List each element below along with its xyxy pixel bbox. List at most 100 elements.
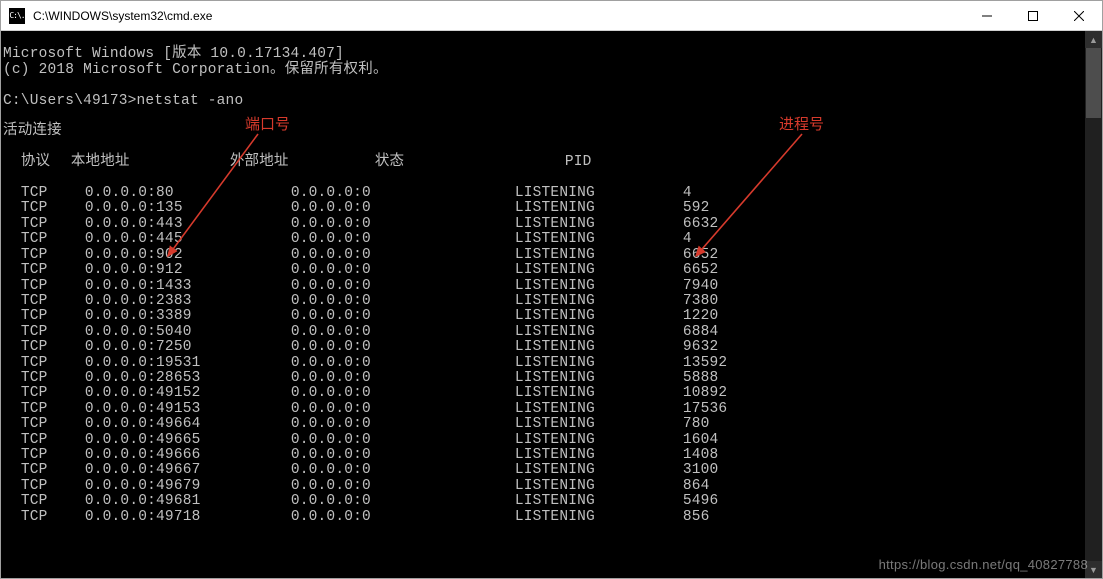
cell-proto: TCP bbox=[21, 448, 85, 463]
cell-local: 0.0.0.0:49679 bbox=[85, 479, 291, 494]
cell-foreign: 0.0.0.0:0 bbox=[291, 186, 515, 201]
scroll-down-button[interactable]: ▼ bbox=[1085, 561, 1102, 578]
cell-foreign: 0.0.0.0:0 bbox=[291, 386, 515, 401]
scroll-up-button[interactable]: ▲ bbox=[1085, 31, 1102, 48]
cell-pid: 856 bbox=[683, 510, 710, 525]
cell-local: 0.0.0.0:7250 bbox=[85, 340, 291, 355]
cell-foreign: 0.0.0.0:0 bbox=[291, 201, 515, 216]
maximize-button[interactable] bbox=[1010, 1, 1056, 30]
netstat-row: TCP0.0.0.0:496650.0.0.0:0LISTENING1604 bbox=[3, 433, 1085, 448]
cell-state: LISTENING bbox=[515, 433, 683, 448]
netstat-row: TCP0.0.0.0:491530.0.0.0:0LISTENING17536 bbox=[3, 402, 1085, 417]
cell-pid: 6884 bbox=[683, 325, 719, 340]
cell-proto: TCP bbox=[21, 433, 85, 448]
netstat-row: TCP0.0.0.0:286530.0.0.0:0LISTENING5888 bbox=[3, 371, 1085, 386]
section-title: 活动连接 bbox=[3, 123, 62, 139]
netstat-row: TCP0.0.0.0:496790.0.0.0:0LISTENING864 bbox=[3, 479, 1085, 494]
cell-proto: TCP bbox=[21, 217, 85, 232]
cell-local: 0.0.0.0:445 bbox=[85, 232, 291, 247]
cell-foreign: 0.0.0.0:0 bbox=[291, 371, 515, 386]
scroll-track[interactable] bbox=[1085, 48, 1102, 561]
cell-foreign: 0.0.0.0:0 bbox=[291, 279, 515, 294]
hdr-pid: PID bbox=[565, 155, 592, 170]
cell-pid: 864 bbox=[683, 479, 710, 494]
cell-foreign: 0.0.0.0:0 bbox=[291, 325, 515, 340]
cell-pid: 17536 bbox=[683, 402, 728, 417]
cell-proto: TCP bbox=[21, 325, 85, 340]
cell-proto: TCP bbox=[21, 201, 85, 216]
cell-local: 0.0.0.0:49152 bbox=[85, 386, 291, 401]
cell-foreign: 0.0.0.0:0 bbox=[291, 494, 515, 509]
cell-state: LISTENING bbox=[515, 402, 683, 417]
cell-pid: 592 bbox=[683, 201, 710, 216]
netstat-row: TCP0.0.0.0:4430.0.0.0:0LISTENING6632 bbox=[3, 217, 1085, 232]
cell-state: LISTENING bbox=[515, 494, 683, 509]
netstat-row: TCP0.0.0.0:33890.0.0.0:0LISTENING1220 bbox=[3, 309, 1085, 324]
cell-proto: TCP bbox=[21, 186, 85, 201]
typed-command: netstat -ano bbox=[137, 93, 244, 109]
cell-local: 0.0.0.0:80 bbox=[85, 186, 291, 201]
console-output[interactable]: Microsoft Windows [版本 10.0.17134.407] (c… bbox=[1, 31, 1085, 578]
cell-foreign: 0.0.0.0:0 bbox=[291, 479, 515, 494]
cell-state: LISTENING bbox=[515, 417, 683, 432]
cell-proto: TCP bbox=[21, 417, 85, 432]
cell-foreign: 0.0.0.0:0 bbox=[291, 294, 515, 309]
cell-state: LISTENING bbox=[515, 279, 683, 294]
netstat-row: TCP0.0.0.0:9120.0.0.0:0LISTENING6652 bbox=[3, 263, 1085, 278]
cell-pid: 9632 bbox=[683, 340, 719, 355]
cell-pid: 4 bbox=[683, 232, 692, 247]
netstat-row: TCP0.0.0.0:195310.0.0.0:0LISTENING13592 bbox=[3, 356, 1085, 371]
cell-pid: 780 bbox=[683, 417, 710, 432]
cell-state: LISTENING bbox=[515, 186, 683, 201]
close-button[interactable] bbox=[1056, 1, 1102, 30]
titlebar[interactable]: C:\. C:\WINDOWS\system32\cmd.exe bbox=[1, 1, 1102, 31]
cell-pid: 6632 bbox=[683, 217, 719, 232]
cell-pid: 13592 bbox=[683, 356, 728, 371]
netstat-row: TCP0.0.0.0:496810.0.0.0:0LISTENING5496 bbox=[3, 494, 1085, 509]
netstat-row: TCP0.0.0.0:72500.0.0.0:0LISTENING9632 bbox=[3, 340, 1085, 355]
cell-foreign: 0.0.0.0:0 bbox=[291, 263, 515, 278]
cell-state: LISTENING bbox=[515, 371, 683, 386]
vertical-scrollbar[interactable]: ▲ ▼ bbox=[1085, 31, 1102, 578]
cell-state: LISTENING bbox=[515, 448, 683, 463]
cell-proto: TCP bbox=[21, 510, 85, 525]
cell-foreign: 0.0.0.0:0 bbox=[291, 463, 515, 478]
cell-proto: TCP bbox=[21, 463, 85, 478]
cell-local: 0.0.0.0:19531 bbox=[85, 356, 291, 371]
cell-foreign: 0.0.0.0:0 bbox=[291, 217, 515, 232]
cell-local: 0.0.0.0:135 bbox=[85, 201, 291, 216]
cell-proto: TCP bbox=[21, 279, 85, 294]
cell-state: LISTENING bbox=[515, 232, 683, 247]
cell-pid: 7940 bbox=[683, 279, 719, 294]
cell-local: 0.0.0.0:912 bbox=[85, 263, 291, 278]
cell-pid: 1220 bbox=[683, 309, 719, 324]
cell-pid: 10892 bbox=[683, 386, 728, 401]
cell-foreign: 0.0.0.0:0 bbox=[291, 356, 515, 371]
cell-proto: TCP bbox=[21, 356, 85, 371]
cell-proto: TCP bbox=[21, 402, 85, 417]
cell-local: 0.0.0.0:49153 bbox=[85, 402, 291, 417]
cell-local: 0.0.0.0:1433 bbox=[85, 279, 291, 294]
cell-proto: TCP bbox=[21, 232, 85, 247]
banner-line-1: Microsoft Windows [版本 10.0.17134.407] bbox=[3, 46, 344, 62]
cell-pid: 5888 bbox=[683, 371, 719, 386]
cell-local: 0.0.0.0:49718 bbox=[85, 510, 291, 525]
cell-proto: TCP bbox=[21, 386, 85, 401]
minimize-button[interactable] bbox=[964, 1, 1010, 30]
cell-state: LISTENING bbox=[515, 510, 683, 525]
netstat-row: TCP0.0.0.0:497180.0.0.0:0LISTENING856 bbox=[3, 510, 1085, 525]
cell-local: 0.0.0.0:2383 bbox=[85, 294, 291, 309]
netstat-row: TCP0.0.0.0:9020.0.0.0:0LISTENING6652 bbox=[3, 248, 1085, 263]
netstat-row: TCP0.0.0.0:491520.0.0.0:0LISTENING10892 bbox=[3, 386, 1085, 401]
cmd-icon: C:\. bbox=[9, 8, 25, 24]
cell-proto: TCP bbox=[21, 294, 85, 309]
cell-foreign: 0.0.0.0:0 bbox=[291, 402, 515, 417]
netstat-row: TCP0.0.0.0:1350.0.0.0:0LISTENING592 bbox=[3, 201, 1085, 216]
cell-state: LISTENING bbox=[515, 386, 683, 401]
scroll-thumb[interactable] bbox=[1086, 48, 1101, 118]
cell-local: 0.0.0.0:49666 bbox=[85, 448, 291, 463]
cell-state: LISTENING bbox=[515, 356, 683, 371]
cell-state: LISTENING bbox=[515, 479, 683, 494]
cell-pid: 5496 bbox=[683, 494, 719, 509]
cell-state: LISTENING bbox=[515, 340, 683, 355]
